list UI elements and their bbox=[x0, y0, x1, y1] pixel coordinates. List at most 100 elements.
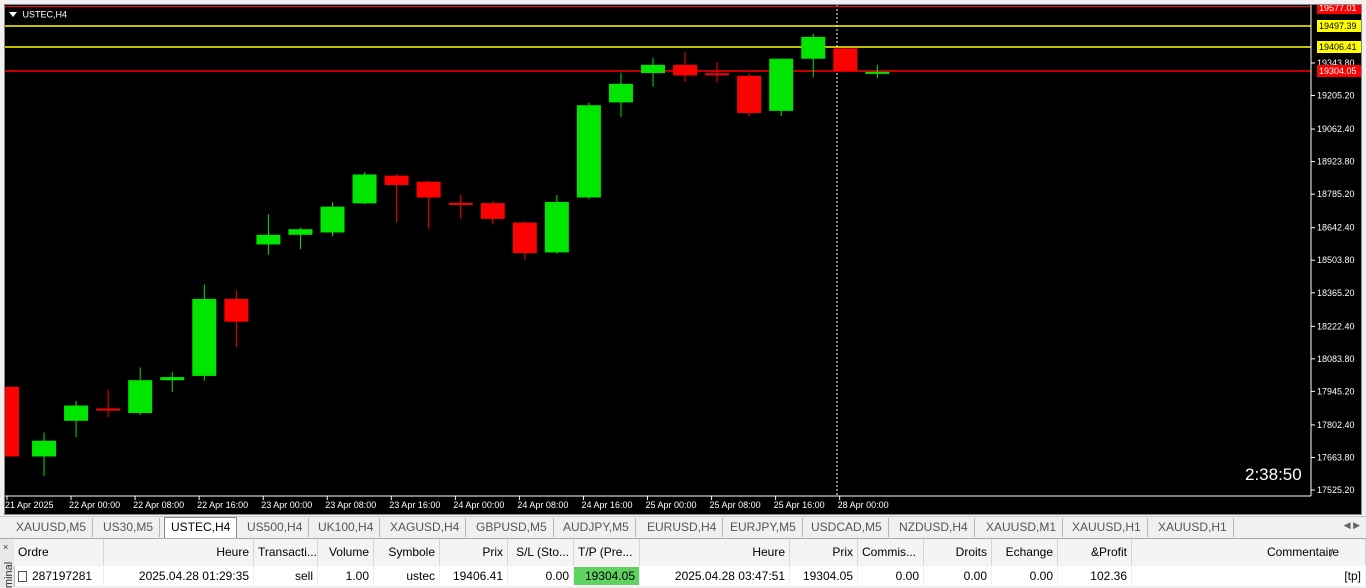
terminal-side-label: × minal bbox=[0, 539, 15, 588]
price-tag: 19406.41 bbox=[1317, 41, 1361, 53]
price-label: 18365.20 bbox=[1317, 288, 1355, 298]
price-tag: 19577.01 bbox=[1317, 5, 1361, 14]
column-header-order[interactable]: Ordre bbox=[14, 539, 104, 566]
chart-tab[interactable]: NZDUSD,H4 bbox=[893, 518, 975, 537]
column-header-sl[interactable]: S/L (Sto... bbox=[508, 539, 574, 566]
column-header-close-time[interactable]: Heure bbox=[640, 539, 790, 566]
bull-candle bbox=[544, 201, 569, 253]
chart-tab[interactable]: US30,M5 bbox=[97, 518, 161, 537]
cell-symbol: ustec bbox=[374, 567, 440, 585]
price-tag: 19304.05 bbox=[1317, 65, 1361, 77]
time-label: 25 Apr 00:00 bbox=[646, 500, 697, 510]
bull-candle bbox=[769, 58, 794, 111]
chart-tab-bar: XAUUSD,M5 US30,M5 USTEC,H4 US500,H4 UK100,H4… bbox=[0, 516, 1366, 539]
cell-profit: 102.36 bbox=[1058, 567, 1132, 585]
time-label: 24 Apr 08:00 bbox=[517, 500, 568, 510]
chart-menu-icon[interactable] bbox=[9, 12, 17, 18]
cell-type: sell bbox=[254, 567, 318, 585]
time-label: 22 Apr 00:00 bbox=[69, 500, 120, 510]
cell-close-price: 19304.05 bbox=[790, 567, 858, 585]
bull-candle bbox=[160, 377, 185, 381]
price-label: 18923.80 bbox=[1317, 157, 1355, 167]
bear-candle bbox=[833, 48, 858, 71]
bull-candle bbox=[801, 36, 826, 59]
bear-candle bbox=[737, 75, 762, 113]
chart-tab[interactable]: XAGUSD,H4 bbox=[384, 518, 467, 537]
time-label: 28 Apr 00:00 bbox=[838, 500, 889, 510]
cell-sl: 0.00 bbox=[508, 567, 574, 585]
cell-tp: 19304.05 bbox=[574, 567, 640, 585]
bull-candle bbox=[320, 206, 345, 233]
column-header-tp[interactable]: T/P (Pre... bbox=[574, 539, 640, 566]
bull-candle bbox=[576, 105, 601, 198]
column-header-fees[interactable]: Droits bbox=[924, 539, 992, 566]
time-label: 23 Apr 00:00 bbox=[261, 500, 312, 510]
column-header-type[interactable]: Transacti... bbox=[254, 539, 318, 566]
cell-comment: [tp] bbox=[1132, 567, 1366, 585]
symbol-label-text: USTEC,H4 bbox=[22, 9, 68, 20]
chart-tab[interactable]: EURJPY,M5 bbox=[724, 518, 803, 537]
bear-candle bbox=[673, 64, 698, 76]
bull-candle bbox=[352, 174, 377, 204]
time-label: 22 Apr 16:00 bbox=[197, 500, 248, 510]
price-label: 18083.80 bbox=[1317, 354, 1355, 364]
price-label: 18642.40 bbox=[1317, 223, 1355, 233]
column-header-close-price[interactable]: Prix bbox=[790, 539, 858, 566]
cell-volume: 1.00 bbox=[318, 567, 374, 585]
cell-fees: 0.00 bbox=[924, 567, 992, 585]
chart-tab[interactable]: USDCAD,M5 bbox=[805, 518, 889, 537]
chart-tab[interactable]: EURUSD,H4 bbox=[641, 518, 724, 537]
column-header-open-time[interactable]: Heure bbox=[104, 539, 254, 566]
chart-tab[interactable]: XAUUSD,M1 bbox=[980, 518, 1064, 537]
bull-candle bbox=[128, 380, 153, 414]
time-label: 22 Apr 08:00 bbox=[133, 500, 184, 510]
price-tag: 19497.39 bbox=[1317, 20, 1361, 32]
cell-commission: 0.00 bbox=[858, 567, 924, 585]
bear-candle bbox=[384, 175, 409, 186]
tab-scroll-arrows-icon[interactable]: ◀ ▶ bbox=[1344, 520, 1360, 531]
price-label: 17802.40 bbox=[1317, 420, 1355, 430]
price-label: 19062.40 bbox=[1317, 124, 1355, 134]
order-document-icon bbox=[18, 571, 27, 582]
bear-candle bbox=[5, 386, 19, 457]
cell-open-time: 2025.04.28 01:29:35 bbox=[104, 567, 254, 585]
bull-candle bbox=[641, 64, 665, 74]
column-header-swap[interactable]: Echange bbox=[992, 539, 1058, 566]
price-chart[interactable]: 19343.8019205.2019062.4018923.8018785.20… bbox=[5, 5, 1361, 514]
time-label: 23 Apr 08:00 bbox=[325, 500, 376, 510]
bear-candle bbox=[480, 203, 505, 219]
price-label: 18785.20 bbox=[1317, 189, 1355, 199]
bear-candle bbox=[705, 73, 730, 76]
column-header-volume[interactable]: Volume bbox=[318, 539, 374, 566]
price-label: 19205.20 bbox=[1317, 91, 1355, 101]
time-label: 25 Apr 08:00 bbox=[710, 500, 761, 510]
chart-window[interactable]: 19343.80 19205.20 19062.40 18923.80 18785.20… bbox=[4, 4, 1362, 515]
chart-tab[interactable]: XAUUSD,H1 bbox=[1066, 518, 1148, 537]
cell-order[interactable]: 287197281 bbox=[14, 567, 104, 585]
column-header-profit[interactable]: &Profit bbox=[1058, 539, 1132, 566]
price-label: 18503.80 bbox=[1317, 255, 1355, 265]
chart-tab[interactable]: USTEC,H4 bbox=[164, 517, 238, 539]
chart-tab[interactable]: AUDJPY,M5 bbox=[557, 518, 636, 537]
close-icon[interactable]: × bbox=[3, 542, 8, 552]
column-header-open-price[interactable]: Prix bbox=[440, 539, 508, 566]
time-label: 23 Apr 16:00 bbox=[389, 500, 440, 510]
bear-candle bbox=[448, 202, 473, 205]
time-label: 24 Apr 16:00 bbox=[581, 500, 632, 510]
chart-tab[interactable]: UK100,H4 bbox=[312, 518, 381, 537]
price-label: 17945.20 bbox=[1317, 386, 1355, 396]
bull-candle bbox=[256, 234, 281, 245]
terminal-panel: × minal Ordre 287197281 Heure 2025.04.28 01… bbox=[0, 538, 1366, 588]
bull-candle bbox=[288, 229, 313, 235]
bull-candle bbox=[64, 405, 89, 421]
chart-tab[interactable]: XAUUSD,H1 bbox=[1152, 518, 1234, 537]
chart-tab[interactable]: US500,H4 bbox=[241, 518, 310, 537]
sort-indicator[interactable]: / bbox=[1330, 546, 1333, 560]
bear-candle bbox=[512, 222, 537, 254]
bear-candle bbox=[96, 408, 121, 411]
chart-tab[interactable]: GBPUSD,M5 bbox=[470, 518, 554, 537]
column-header-commission[interactable]: Commis... bbox=[858, 539, 924, 566]
chart-tab[interactable]: XAUUSD,M5 bbox=[10, 518, 94, 537]
price-label: 17663.80 bbox=[1317, 452, 1355, 462]
column-header-symbol[interactable]: Symbole bbox=[374, 539, 440, 566]
